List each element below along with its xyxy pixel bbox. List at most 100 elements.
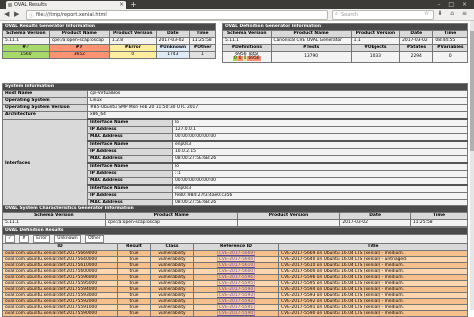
page-scrollbar[interactable] — [470, 21, 474, 310]
states-count: 2294 — [399, 51, 434, 63]
objects-count: 1033 — [350, 51, 401, 63]
interface-name-label: Interface Name — [87, 118, 173, 127]
definition-reference-link[interactable]: [CVE-2017-5590] — [193, 310, 279, 317]
col-header-class: Class — [150, 243, 194, 251]
back-icon[interactable]: ◀ — [4, 10, 9, 18]
filter-error-checkbox[interactable]: Error — [33, 235, 50, 243]
definitions-count: 6956 Total 0 0 0 6956 — [222, 51, 272, 63]
tab-title: OVAL Results — [14, 2, 47, 8]
interface-name-label: Interface Name — [87, 162, 173, 171]
variables-count: 0 — [432, 51, 468, 63]
ip-address-value: 127.0.0.1 — [172, 126, 468, 134]
navigation-bar: ◀ ▶ ⓘ file:///tmp/report.xenial.html ⌕ S… — [0, 9, 474, 21]
col-header: #Tests — [270, 44, 352, 52]
count-header-other: #Other — [188, 44, 217, 52]
page-content: OVAL Results Generator Information Schem… — [0, 21, 474, 317]
col-header: Product Version — [350, 30, 401, 38]
definition-row: oval:com.ubuntu.xenial:def:20175600000 tr… — [2, 268, 468, 275]
mac-address-value: 08:00:27:5E:6B:26 — [172, 155, 468, 164]
definition-row: oval:com.ubuntu.xenial:def:20175593000 tr… — [2, 292, 468, 299]
definition-generator-title: OVAL Definition Generator Information — [222, 23, 468, 31]
col-header: Product Name — [270, 30, 352, 38]
host-name-label: Host Name — [2, 90, 88, 98]
info-icon: ⓘ — [29, 13, 35, 19]
host-name-value: cpl-VirtualBox — [87, 90, 468, 98]
product-version — [236, 219, 341, 227]
filter-unknown-checkbox[interactable]: Unknown — [54, 235, 81, 243]
definition-breakdown: 0 0 0 6956 — [225, 56, 269, 62]
ip-address-label: IP Address — [87, 148, 173, 156]
col-header: #States — [399, 44, 434, 52]
product-version: 1.2.8 — [108, 37, 157, 45]
definition-title: CVE-2017-5590 on Ubuntu 16.04 LTS (xenia… — [278, 310, 468, 317]
definition-row: oval:com.ubuntu.xenial:def:20175594000 tr… — [2, 286, 468, 293]
system-characteristics-title: OVAL System Characteristics Generator In… — [2, 205, 468, 213]
col-header-result: Result — [117, 243, 151, 251]
product-name: cpe:/a:open-scap:oscap — [48, 37, 110, 45]
definition-class: vulnerability — [150, 310, 194, 317]
definition-row: oval:com.ubuntu.xenial:def:20175592000 tr… — [2, 298, 468, 305]
col-header: Schema Version — [2, 30, 50, 38]
count-false: 3652 — [48, 51, 110, 59]
time: 08:44:55 — [432, 37, 468, 45]
definition-results-title: OVAL Definition Results — [2, 227, 468, 235]
os-value: Linux — [87, 97, 468, 105]
url-text: file:///tmp/report.xenial.html — [36, 12, 107, 18]
definition-results-table: OVAL Definition Results ✓ ✗ Error Unknow… — [2, 227, 468, 317]
col-header: Product Name — [104, 212, 238, 220]
definition-result: true — [117, 310, 151, 317]
time: 11:25:58 — [188, 37, 217, 45]
results-generator-title: OVAL Results Generator Information — [2, 23, 216, 31]
ip-address-value: ::1 — [172, 170, 468, 178]
os-version-label: Operating System Version — [2, 104, 88, 112]
definition-row: oval:com.ubuntu.xenial:def:20175640000 tr… — [2, 256, 468, 263]
col-header: Time — [188, 30, 217, 38]
window-controls[interactable]: – □ × — [437, 1, 470, 8]
system-information-table: System Information Host Name cpl-Virtual… — [2, 83, 468, 210]
search-placeholder: Search — [341, 12, 359, 18]
tests-count: 13790 — [270, 51, 352, 63]
time: 11:25:58 — [409, 219, 469, 227]
schema-version: 5.11.1 — [2, 37, 50, 45]
col-header-id: ID — [2, 243, 118, 251]
count-other: 1 — [188, 51, 217, 59]
count-unknown: 1743 — [155, 51, 190, 59]
col-header: Schema Version — [222, 30, 272, 38]
product-name: Canonical CVE OVAL Generator — [270, 37, 352, 45]
col-header: Time — [432, 30, 468, 38]
mac-address-label: MAC Address — [87, 155, 173, 164]
page-favicon-icon — [8, 3, 12, 7]
schema-version: 5.11.1 — [2, 219, 106, 227]
col-header-title: Title — [278, 243, 468, 251]
scrollbar-thumb[interactable] — [470, 31, 474, 151]
ip-address-label: IP Address — [87, 192, 173, 200]
filter-other-checkbox[interactable]: Other — [85, 235, 104, 243]
search-input[interactable]: ⌕ Search — [332, 10, 434, 20]
count-header-unknown: #Unknown — [155, 44, 190, 52]
close-tab-icon[interactable]: × — [119, 1, 124, 8]
definition-row: oval:com.ubuntu.xenial:def:20175669000 tr… — [2, 250, 468, 257]
tab-oval-results[interactable]: OVAL Results × — [6, 1, 126, 9]
definition-row: oval:com.ubuntu.xenial:def:20175610000 tr… — [2, 262, 468, 269]
url-bar[interactable]: ⓘ file:///tmp/report.xenial.html — [26, 10, 328, 20]
os-version-value: #85-Ubuntu SMP Mon Feb 20 11:50:30 UTC 2… — [87, 104, 468, 112]
filter-true-checkbox[interactable]: ✓ — [5, 235, 15, 243]
col-header: #Definitions — [222, 44, 272, 52]
toolbar-icons[interactable]: ☆ ⬇ ⌂ ≡ — [424, 10, 470, 17]
search-icon: ⌕ — [335, 11, 338, 17]
interface-name-label: Interface Name — [87, 140, 173, 149]
col-header: Date — [339, 212, 411, 220]
count-error: 0 — [108, 51, 157, 59]
interfaces-label: Interfaces — [2, 118, 88, 210]
filter-false-checkbox[interactable]: ✗ — [19, 235, 29, 243]
col-header: #Variables — [432, 44, 468, 52]
ip-address-label: IP Address — [87, 170, 173, 178]
new-tab-icon[interactable]: + — [130, 0, 137, 9]
results-generator-table: OVAL Results Generator Information Schem… — [2, 23, 217, 59]
schema-version: 5.11.1 — [222, 37, 272, 45]
definition-row: oval:com.ubuntu.xenial:def:20175590000 tr… — [2, 310, 468, 317]
product-version: 1.1 — [350, 37, 401, 45]
definition-rows: oval:com.ubuntu.xenial:def:20175669000 tr… — [2, 250, 468, 317]
forward-icon[interactable]: ▶ — [14, 10, 19, 18]
result-filters: ✓ ✗ Error Unknown Other — [2, 234, 468, 244]
